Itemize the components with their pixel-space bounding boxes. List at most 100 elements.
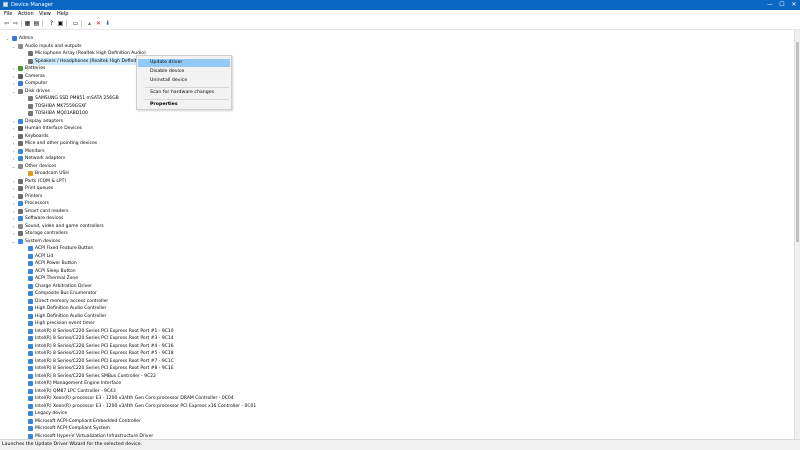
tree-item[interactable]: Composite Bus Enumerator (0, 290, 790, 297)
tree-item[interactable]: Intel(R) Xeon(R) processor E3 - 1200 v3/… (0, 403, 790, 410)
scrollbar-thumb[interactable] (796, 42, 799, 242)
uninstall-icon[interactable]: ✕ (95, 20, 102, 27)
tree-item[interactable]: High Definition Audio Controller (0, 313, 790, 320)
scan-hardware-icon[interactable]: ▭ (72, 20, 79, 27)
tree-item[interactable]: ACPI Power Button (0, 260, 790, 267)
expand-arrow-icon[interactable]: › (11, 155, 16, 162)
tree-item[interactable]: Microsoft ACPI-Compliant Embedded Contro… (0, 418, 790, 425)
properties-menu-item[interactable]: Properties (138, 101, 230, 109)
tree-item[interactable]: Intel(R) 8 Series/C220 Series PCI Expres… (0, 358, 790, 365)
forward-icon[interactable]: ⇨ (12, 20, 19, 27)
tree-item[interactable]: ⌄ System devices (0, 238, 790, 245)
tree-item[interactable]: › Print queues (0, 185, 790, 192)
collapse-arrow-icon[interactable]: ⌄ (11, 238, 16, 245)
collapse-arrow-icon[interactable]: ⌄ (11, 88, 16, 95)
expand-arrow-icon[interactable]: › (11, 65, 16, 72)
expand-arrow-icon[interactable]: › (11, 125, 16, 132)
menu-view[interactable]: View (39, 11, 51, 17)
show-hidden-icon[interactable]: ▤ (33, 20, 40, 27)
tree-item[interactable]: ⌄ Other devices (0, 163, 790, 170)
update-driver-menu-item[interactable]: Update driver (138, 59, 230, 67)
expand-arrow-icon[interactable]: › (11, 223, 16, 230)
tree-item[interactable]: Intel(R) QM87 LPC Controller - 9C43 (0, 388, 790, 395)
tree-item[interactable]: › Network adapters (0, 155, 790, 162)
tree-item[interactable]: SAMSUNG SSD PM851 mSATA 256GB (0, 95, 790, 102)
tree-item[interactable]: Intel(R) 8 Series/C220 Series PCI Expres… (0, 365, 790, 372)
close-button[interactable]: ✕ (788, 0, 800, 10)
help-icon[interactable]: ? (48, 20, 55, 27)
expand-arrow-icon[interactable]: › (11, 73, 16, 80)
collapse-arrow-icon[interactable]: ⌄ (5, 35, 10, 42)
tree-item[interactable]: ACPI Thermal Zone (0, 275, 790, 282)
tree-item[interactable]: › Human Interface Devices (0, 125, 790, 132)
tree-item[interactable]: › Smart card readers (0, 208, 790, 215)
selected-tree-item[interactable]: Speakers / Headphones (Realtek High Defi… (0, 57, 790, 65)
tree-item[interactable]: Charge Arbitration Driver (0, 283, 790, 290)
maximize-button[interactable]: ☐ (776, 0, 788, 10)
download-icon[interactable]: ⬇ (104, 20, 111, 27)
uninstall-device-menu-item[interactable]: Uninstall device (138, 77, 230, 85)
expand-arrow-icon[interactable]: › (11, 215, 16, 222)
tree-item[interactable]: › Monitors (0, 148, 790, 155)
back-icon[interactable]: ⇦ (3, 20, 10, 27)
properties-icon[interactable]: ▦ (24, 20, 31, 27)
tree-item[interactable]: ⌄ Audio inputs and outputs (0, 43, 790, 50)
tree-item[interactable]: ACPI Lid (0, 253, 790, 260)
expand-arrow-icon[interactable]: › (11, 178, 16, 185)
tree-item[interactable]: Intel(R) 8 Series/C220 Series PCI Expres… (0, 328, 790, 335)
tree-item[interactable]: Microphone Array (Realtek High Definitio… (0, 50, 790, 57)
tree-item[interactable]: ACPI Sleep Button (0, 268, 790, 275)
menu-file[interactable]: File (4, 11, 12, 17)
tree-item[interactable]: ⌄ Admin (0, 35, 790, 42)
menu-action[interactable]: Action (18, 11, 34, 17)
tree-item[interactable]: Intel(R) 8 Series/C220 Series SMBus Cont… (0, 373, 790, 380)
collapse-arrow-icon[interactable]: ⌄ (11, 163, 16, 170)
tree-item[interactable]: › Display adapters (0, 118, 790, 125)
tree-item[interactable]: Intel(R) Management Engine Interface (0, 380, 790, 387)
expand-arrow-icon[interactable]: › (11, 185, 16, 192)
tree-item[interactable]: Intel(R) 8 Series/C220 Series PCI Expres… (0, 335, 790, 342)
tree-item[interactable]: TOSHIBA MK7559GSXF (0, 103, 790, 110)
tree-item[interactable]: › Cameras (0, 73, 790, 80)
disable-device-menu-item[interactable]: Disable device (138, 68, 230, 76)
expand-arrow-icon[interactable]: › (11, 208, 16, 215)
menu-help[interactable]: Help (57, 11, 68, 17)
expand-arrow-icon[interactable]: › (11, 193, 16, 200)
collapse-arrow-icon[interactable]: ⌄ (11, 43, 16, 50)
tree-item[interactable]: › Printers (0, 193, 790, 200)
tree-item[interactable]: Intel(R) 8 Series/C220 Series PCI Expres… (0, 343, 790, 350)
tree-item[interactable]: High precision event timer (0, 320, 790, 327)
device-window-icon[interactable]: ▣ (57, 20, 64, 27)
tree-item[interactable]: › Processors (0, 200, 790, 207)
tree-item[interactable]: › Keyboards (0, 133, 790, 140)
tree-item[interactable]: › Storage controllers (0, 230, 790, 237)
expand-arrow-icon[interactable]: › (11, 200, 16, 207)
tree-item[interactable]: › Computer (0, 80, 790, 87)
expand-arrow-icon[interactable]: › (11, 133, 16, 140)
tree-item[interactable]: Legacy device (0, 410, 790, 417)
tree-item[interactable]: ACPI Fixed Feature Button (0, 245, 790, 252)
expand-arrow-icon[interactable]: › (11, 148, 16, 155)
expand-arrow-icon[interactable]: › (11, 80, 16, 87)
tree-item[interactable]: › Batteries (0, 65, 790, 72)
tree-item[interactable]: › Ports (COM & LPT) (0, 178, 790, 185)
tree-item[interactable]: High Definition Audio Controller (0, 305, 790, 312)
scan-hardware-menu-item[interactable]: Scan for hardware changes (138, 89, 230, 97)
expand-arrow-icon[interactable]: › (11, 230, 16, 237)
tree-item[interactable]: › Sound, video and game controllers (0, 223, 790, 230)
tree-item[interactable]: TOSHIBA MQ01ABD100 (0, 110, 790, 117)
tree-item[interactable]: Microsoft ACPI-Compliant System (0, 425, 790, 432)
tree-item[interactable]: ⌄ Disk drives (0, 88, 790, 95)
device-tree[interactable]: ⌄ Admin ⌄ Audio inputs and outputs Microphon… (0, 30, 794, 439)
tree-item[interactable]: Direct memory access controller (0, 298, 790, 305)
tree-item[interactable]: › Software devices (0, 215, 790, 222)
minimize-button[interactable]: — (764, 0, 776, 10)
expand-arrow-icon[interactable]: › (11, 118, 16, 125)
tree-item[interactable]: › Mice and other pointing devices (0, 140, 790, 147)
tree-item[interactable]: Broadcom USH (0, 170, 790, 177)
vertical-scrollbar[interactable] (794, 30, 800, 439)
tree-item[interactable]: Intel(R) Xeon(R) processor E3 - 1200 v3/… (0, 395, 790, 402)
tree-item[interactable]: Intel(R) 8 Series/C220 Series PCI Expres… (0, 350, 790, 357)
expand-arrow-icon[interactable]: › (11, 140, 16, 147)
update-driver-icon[interactable]: ▴ (86, 20, 93, 27)
